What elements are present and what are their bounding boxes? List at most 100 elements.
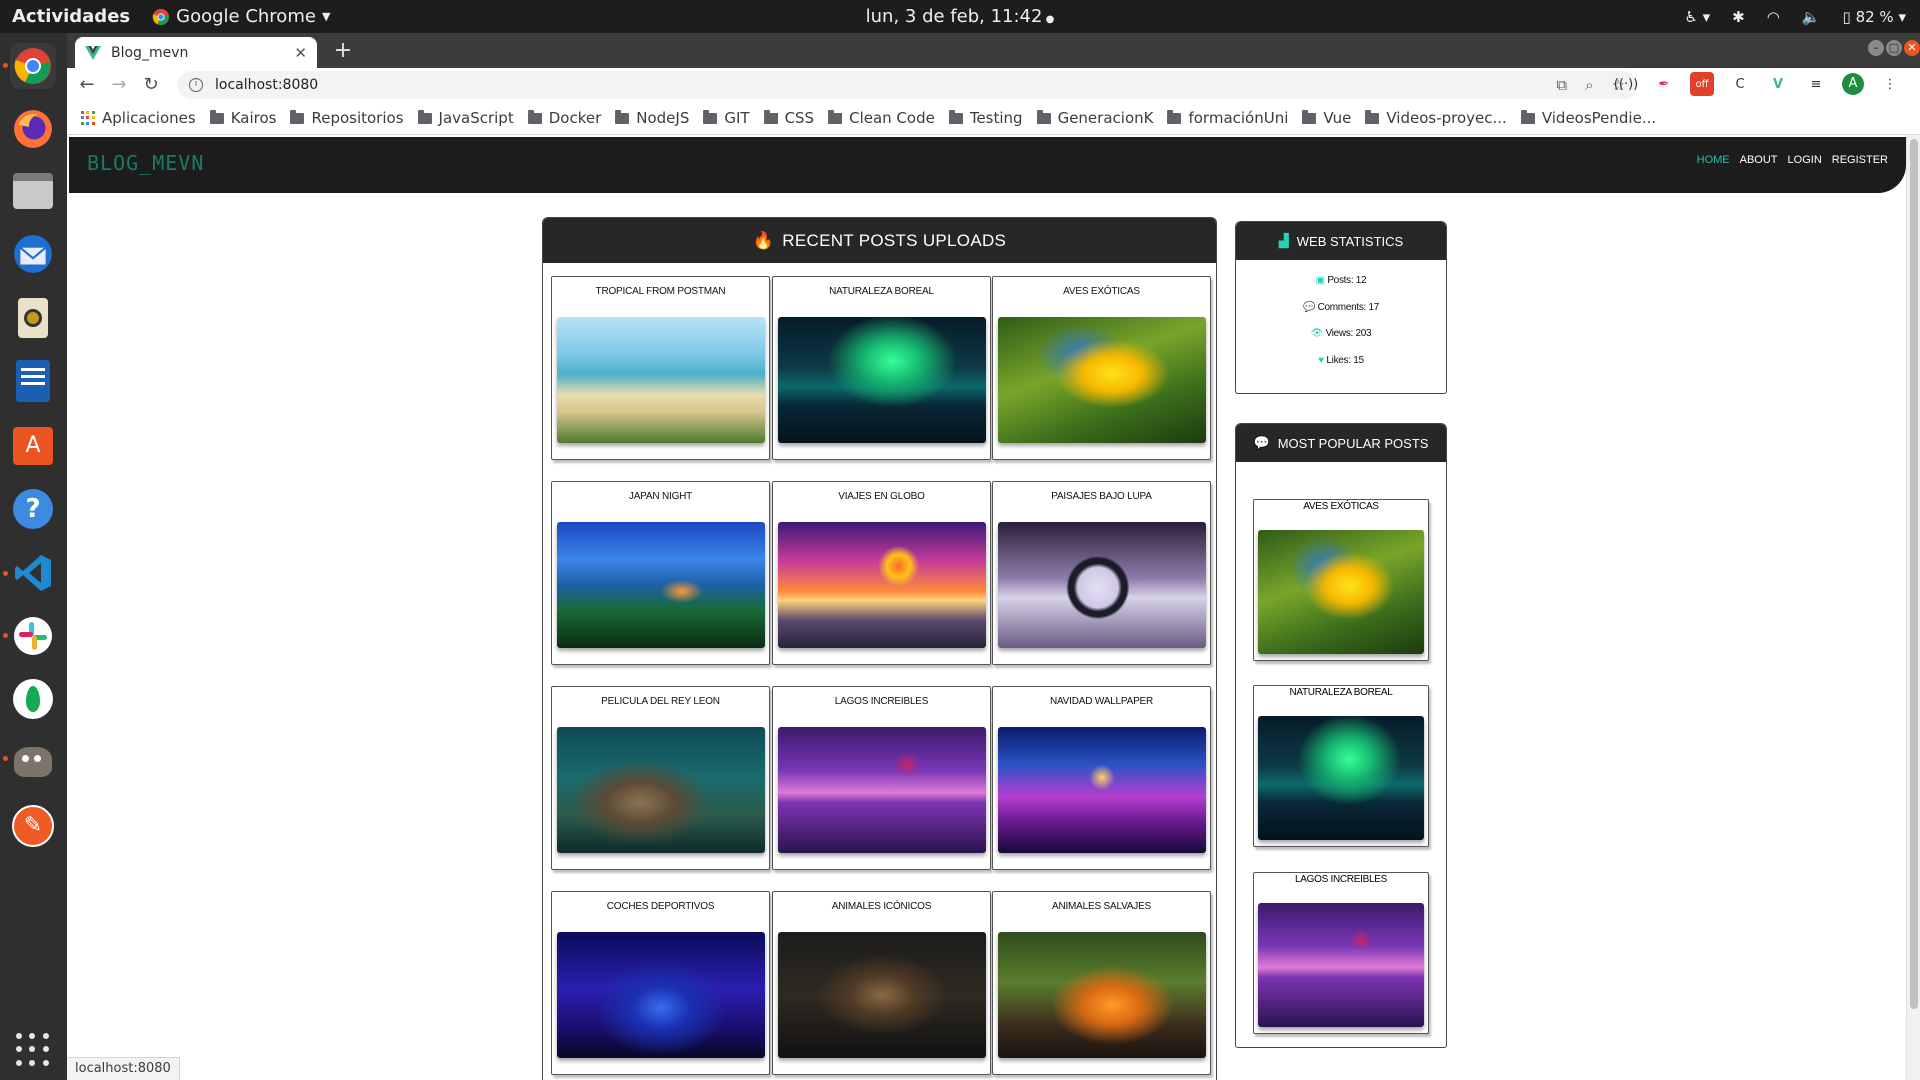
translate-icon[interactable]: ⧉ [1556, 76, 1567, 94]
software-icon[interactable]: A [10, 423, 56, 469]
bookmark-folder[interactable]: formaciónUni [1167, 109, 1288, 127]
bookmark-folder[interactable]: Testing [948, 109, 1023, 127]
post-card[interactable]: AVES EXÓTICAS [992, 276, 1211, 460]
close-window-icon[interactable]: ✕ [1904, 40, 1920, 56]
bookmark-folder[interactable]: GIT [703, 109, 750, 127]
post-card[interactable]: ANIMALES SALVAJES [992, 891, 1211, 1075]
dock: A ? ✎ [0, 33, 67, 1080]
firefox-icon[interactable] [10, 106, 56, 152]
bookmark-folder[interactable]: Docker [527, 109, 601, 127]
battery-indicator[interactable]: ▯ 82 % ▾ [1843, 8, 1906, 26]
gimp-icon[interactable] [10, 739, 56, 785]
post-image[interactable] [778, 727, 986, 853]
activities-button[interactable]: Actividades [12, 6, 130, 27]
site-info-icon[interactable]: i [189, 78, 203, 92]
bookmark-folder[interactable]: Videos-proyec... [1365, 109, 1507, 127]
popular-post-image[interactable] [1258, 530, 1424, 654]
writer-icon[interactable] [10, 358, 56, 404]
post-card[interactable]: PAISAJES BAJO LUPA [992, 481, 1211, 665]
post-image[interactable] [998, 932, 1206, 1058]
post-image[interactable] [557, 522, 765, 648]
nav-about[interactable]: ABOUT [1740, 154, 1778, 166]
post-image[interactable] [778, 522, 986, 648]
popular-post-card[interactable]: LAGOS INCREIBLES [1253, 872, 1429, 1034]
extension-eyedropper-icon[interactable]: ✒ [1652, 72, 1676, 96]
bookmark-folder[interactable]: JavaScript [417, 109, 514, 127]
post-card[interactable]: VIAJES EN GLOBO [772, 481, 991, 665]
post-card[interactable]: ANIMALES ICÓNICOS [772, 891, 991, 1075]
popular-post-card[interactable]: NATURALEZA BOREAL [1253, 685, 1429, 847]
post-image[interactable] [998, 727, 1206, 853]
bookmark-folder[interactable]: Kairos [209, 109, 276, 127]
slack-icon[interactable] [10, 613, 56, 659]
bookmark-apps[interactable]: Aplicaciones [81, 109, 196, 127]
rhythmbox-icon[interactable] [10, 295, 56, 341]
maximize-icon[interactable]: □ [1886, 40, 1902, 56]
scrollbar-thumb[interactable] [1910, 139, 1918, 1009]
post-image[interactable] [998, 522, 1206, 648]
post-image[interactable] [778, 932, 986, 1058]
extension-c-icon[interactable]: C [1728, 72, 1752, 96]
zoom-icon[interactable]: ⌕ [1585, 76, 1593, 94]
extension-radio-icon[interactable]: ((·)) [1614, 72, 1638, 96]
post-image[interactable] [778, 317, 986, 443]
comments-icon: 💬 [1302, 301, 1316, 313]
files-icon[interactable] [10, 168, 56, 214]
profile-avatar[interactable]: A [1842, 73, 1864, 95]
popular-post-image[interactable] [1258, 716, 1424, 840]
postman-icon[interactable]: ✎ [10, 803, 56, 849]
bookmark-folder[interactable]: Vue [1302, 109, 1351, 127]
reading-list-icon[interactable]: ≡ [1804, 72, 1828, 96]
minimize-icon[interactable]: – [1868, 40, 1884, 56]
post-card[interactable]: LAGOS INCREIBLES [772, 686, 991, 870]
bookmark-folder[interactable]: CSS [763, 109, 814, 127]
nav-home[interactable]: HOME [1697, 154, 1730, 166]
site-logo[interactable]: BLOG_MEVN [87, 151, 204, 175]
post-card[interactable]: NATURALEZA BOREAL [772, 276, 991, 460]
app-menu[interactable]: Google Chrome ▼ [152, 6, 330, 27]
bookmark-folder[interactable]: NodeJS [615, 109, 689, 127]
tab-blog-mevn[interactable]: Blog_mevn ✕ [75, 37, 317, 68]
volume-icon[interactable]: 🔈 [1802, 8, 1821, 26]
popular-post-title: LAGOS INCREIBLES [1295, 874, 1387, 885]
post-image[interactable] [557, 727, 765, 853]
post-card[interactable]: COCHES DEPORTIVOS [551, 891, 770, 1075]
vscode-icon[interactable] [10, 550, 56, 596]
clock[interactable]: lun, 3 de feb, 11:42 [866, 6, 1043, 27]
post-card[interactable]: JAPAN NIGHT [551, 481, 770, 665]
bookmark-folder[interactable]: GeneracionK [1036, 109, 1153, 127]
post-image[interactable] [998, 317, 1206, 443]
wifi-icon[interactable]: ◠ [1767, 8, 1780, 26]
page-scrollbar[interactable] [1906, 135, 1920, 1080]
mongodb-compass-icon[interactable] [10, 676, 56, 722]
post-image[interactable] [557, 932, 765, 1058]
reload-icon[interactable]: ↻ [139, 73, 163, 97]
address-bar[interactable]: i localhost:8080 ⧉ ⌕ ☆ [177, 71, 1637, 99]
post-card[interactable]: PELICULA DEL REY LEON [551, 686, 770, 870]
vue-devtools-icon[interactable]: V [1766, 72, 1790, 96]
popular-post-card[interactable]: AVES EXÓTICAS [1253, 499, 1429, 661]
chrome-menu-icon[interactable]: ⋮ [1878, 72, 1902, 96]
new-tab-button[interactable]: + [329, 37, 357, 65]
slack-tray-icon[interactable]: ✱ [1732, 8, 1745, 26]
show-applications-icon[interactable] [16, 1033, 50, 1067]
bookmark-folder[interactable]: VideosPendie... [1520, 109, 1656, 127]
bookmark-folder[interactable]: Repositorios [290, 109, 404, 127]
post-card[interactable]: TROPICAL FROM POSTMAN [551, 276, 770, 460]
forward-arrow-icon[interactable]: → [107, 73, 131, 97]
post-card[interactable]: NAVIDAD WALLPAPER [992, 686, 1211, 870]
thunderbird-icon[interactable] [10, 231, 56, 277]
nav-register[interactable]: REGISTER [1832, 154, 1888, 166]
bookmark-folder[interactable]: Clean Code [828, 109, 935, 127]
battery-percent: 82 % [1855, 7, 1894, 26]
post-image[interactable] [557, 317, 765, 443]
extension-off-icon[interactable]: off [1690, 72, 1714, 96]
close-tab-icon[interactable]: ✕ [294, 44, 307, 62]
popular-post-image[interactable] [1258, 903, 1424, 1027]
nav-login[interactable]: LOGIN [1788, 154, 1822, 166]
help-icon[interactable]: ? [10, 486, 56, 532]
bookmark-label: Repositorios [311, 109, 404, 127]
chrome-icon[interactable] [10, 43, 56, 89]
accessibility-icon[interactable]: ♿ ▾ [1684, 8, 1710, 26]
back-arrow-icon[interactable]: ← [75, 73, 99, 97]
